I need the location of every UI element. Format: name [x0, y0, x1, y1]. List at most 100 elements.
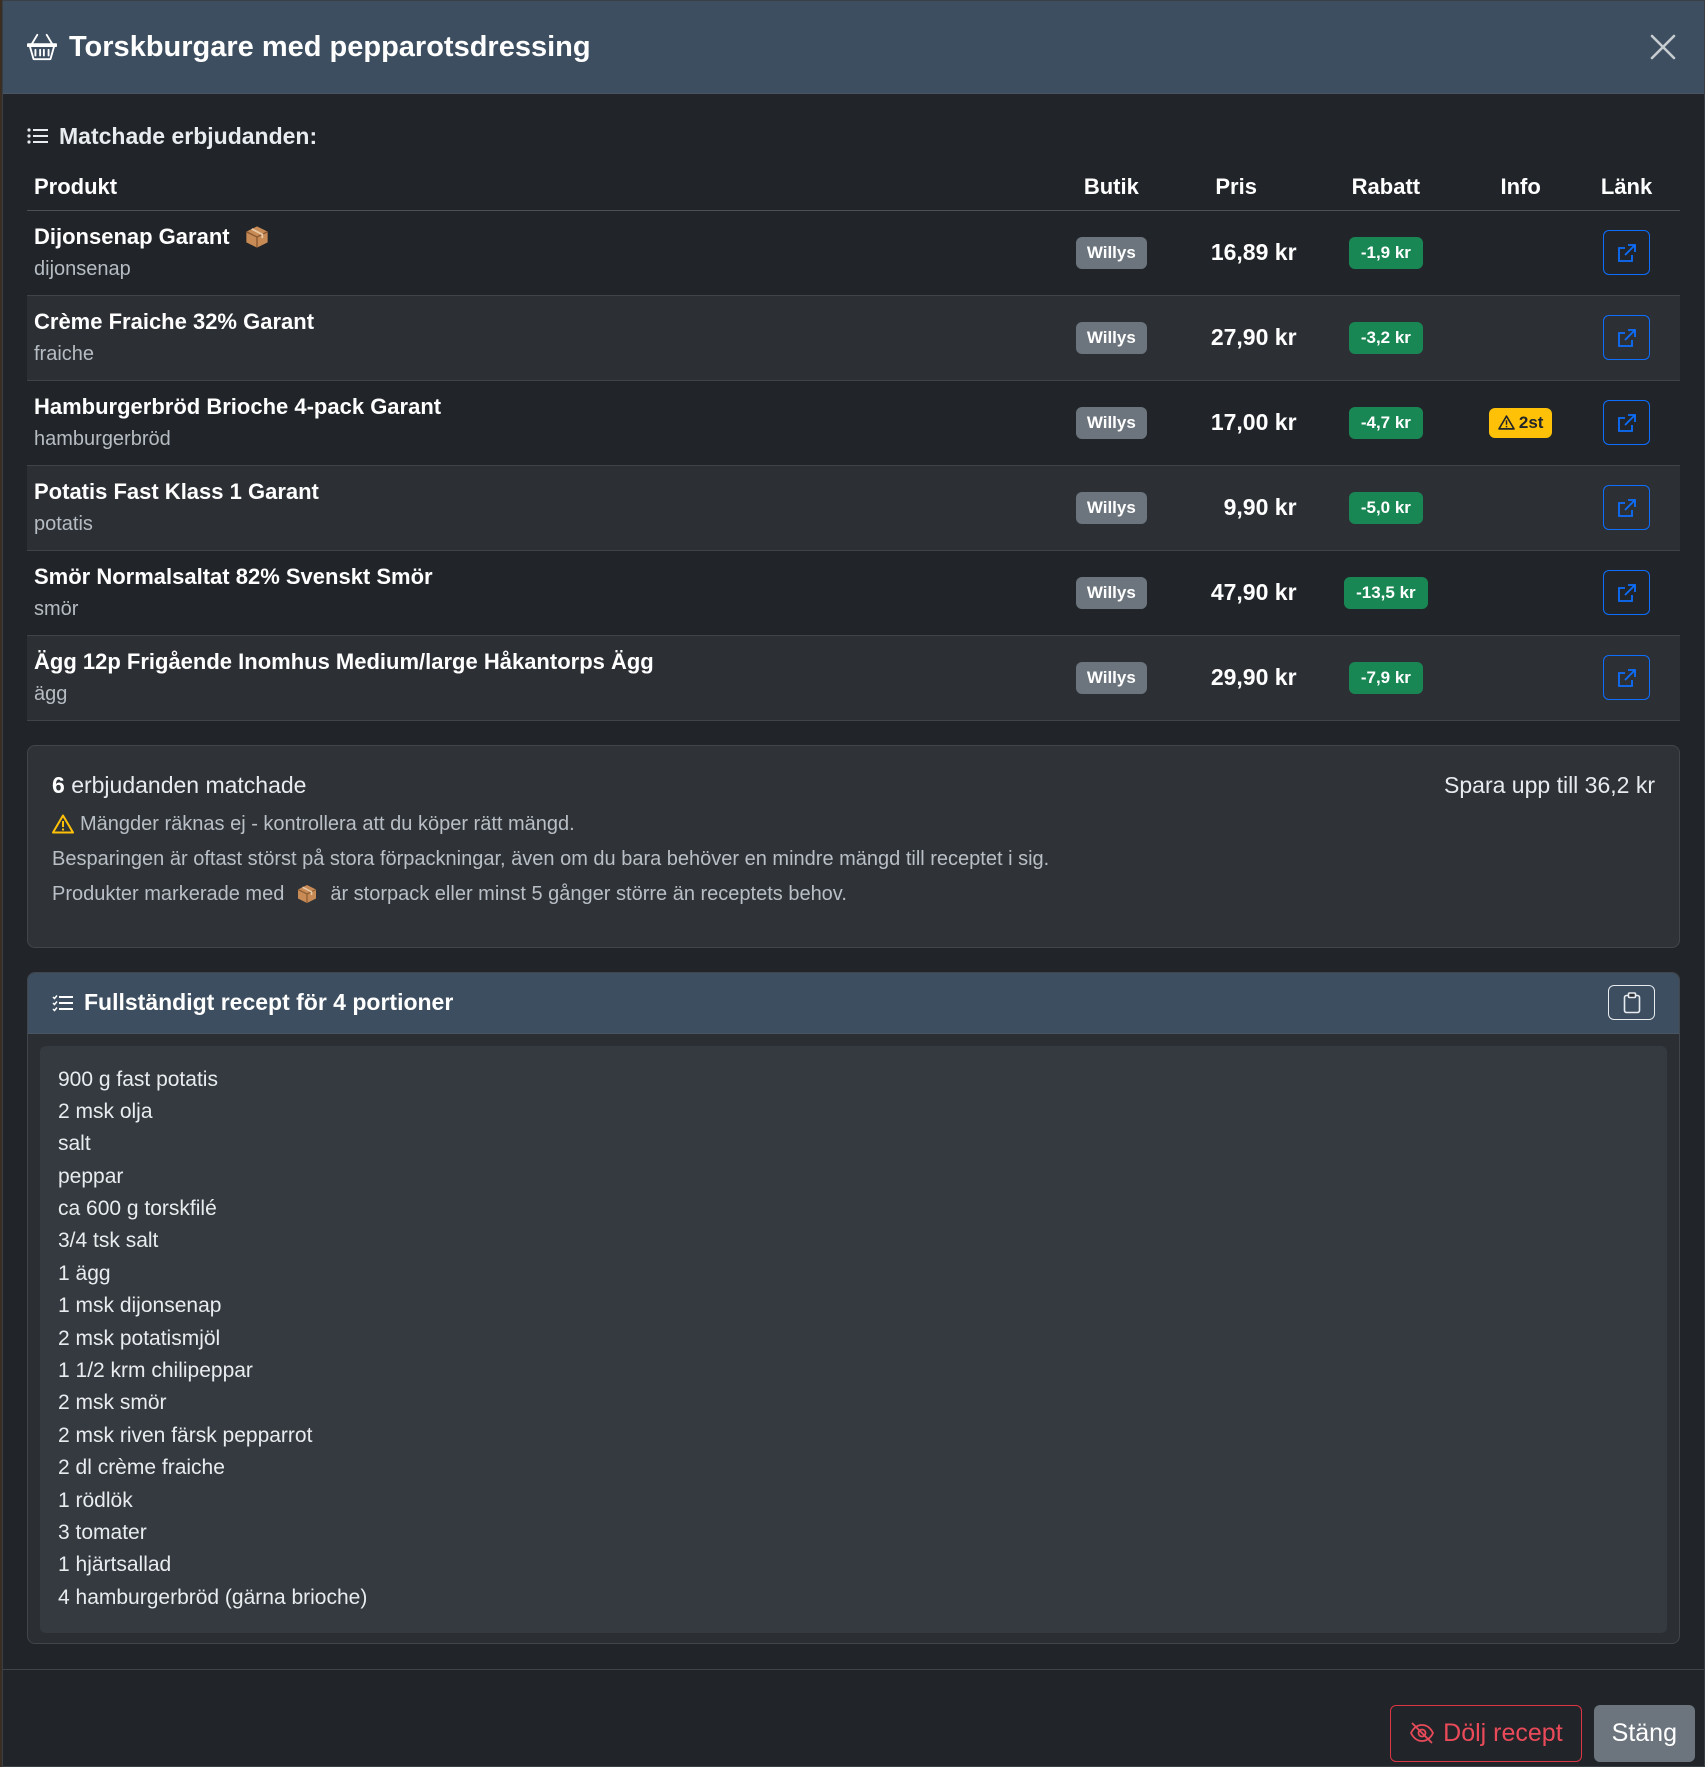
product-ingredient: smör [34, 598, 79, 620]
discount-badge: -7,9 kr [1348, 661, 1423, 694]
modal-title: Torskburgare med pepparotsdressing [27, 31, 591, 64]
warning-text: Mängder räknas ej - kontrollera att du k… [80, 812, 575, 835]
product-cell: Crème Fraiche 32% Garant fraiche [27, 295, 1054, 381]
ingredient-line: peppar [58, 1164, 124, 1188]
ingredient-line: 1 1/2 krm chilipeppar [58, 1359, 253, 1383]
col-discount: Rabatt [1303, 164, 1469, 211]
table-row: Crème Fraiche 32% Garant fraiche Willys 27,… [27, 295, 1680, 381]
ingredient-line: ca 600 g torskfilé [58, 1197, 217, 1221]
price: 29,90 kr [1168, 635, 1304, 721]
copy-recipe-button[interactable] [1608, 985, 1655, 1020]
recipe-title-text: Fullständigt recept för 4 portioner [84, 989, 454, 1015]
note-savings: Besparingen är oftast störst på stora fö… [52, 847, 1050, 870]
basket-icon [27, 33, 57, 61]
discount-badge: -4,7 kr [1348, 406, 1423, 439]
offer-link-button[interactable] [1603, 655, 1651, 700]
discount-badge: -1,9 kr [1348, 236, 1423, 269]
shop-badge: Willys [1075, 321, 1147, 354]
table-row: Smör Normalsaltat 82% Svenskt Smör smör Wi… [27, 550, 1680, 636]
product-name: Crème Fraiche 32% Garant [34, 309, 315, 334]
warning-line: Mängder räknas ej - kontrollera att du k… [52, 813, 1655, 836]
offer-link-button[interactable] [1603, 230, 1651, 275]
external-link-icon [1617, 498, 1636, 517]
table-row: Potatis Fast Klass 1 Garant potatis Willys… [27, 465, 1680, 551]
product-ingredient: fraiche [34, 343, 95, 365]
product-cell: Potatis Fast Klass 1 Garant potatis [27, 465, 1054, 551]
recipe-title: Fullständigt recept för 4 portioner [52, 989, 453, 1016]
close-icon [1650, 34, 1676, 60]
price: 9,90 kr [1168, 465, 1304, 551]
shop-badge: Willys [1075, 661, 1147, 694]
discount-badge: -5,0 kr [1348, 491, 1423, 524]
discount-badge: -3,2 kr [1348, 321, 1423, 354]
product-cell: Ägg 12p Frigående Inomhus Medium/large H… [27, 635, 1054, 721]
offers-heading-text: Matchade erbjudanden: [59, 122, 318, 149]
offer-link-button[interactable] [1603, 315, 1651, 360]
external-link-icon [1617, 413, 1636, 432]
col-product: Produkt [27, 164, 1054, 211]
ingredient-line: 1 msk dijonsenap [58, 1294, 222, 1318]
external-link-icon [1617, 668, 1636, 687]
list-check-icon [52, 994, 73, 1012]
match-count: 6 erbjudanden matchade [52, 771, 307, 798]
offer-link-button[interactable] [1603, 485, 1651, 530]
product-name: Hamburgerbröd Brioche 4-pack Garant [34, 394, 442, 419]
shop-badge: Willys [1075, 491, 1147, 524]
offers-table: Produkt Butik Pris Rabatt Info Länk Dijo… [27, 164, 1680, 721]
table-row: Hamburgerbröd Brioche 4-pack Garant hambu… [27, 380, 1680, 466]
package-icon [298, 885, 317, 903]
info-badge: 2st [1488, 407, 1553, 438]
price: 17,00 kr [1168, 380, 1304, 466]
list-icon [27, 128, 48, 144]
col-info: Info [1468, 164, 1574, 211]
offer-link-button[interactable] [1603, 400, 1651, 445]
recipe-ingredients: 900 g fast potatis 2 msk olja salt peppar ca… [40, 1045, 1667, 1633]
clipboard-icon [1623, 991, 1640, 1013]
product-name: Dijonsenap Garant [34, 224, 230, 249]
ingredient-line: 4 hamburgerbröd (gärna brioche) [58, 1585, 368, 1609]
discount-badge: -13,5 kr [1344, 576, 1428, 609]
ingredient-line: 1 rödlök [58, 1488, 133, 1512]
table-row: Ägg 12p Frigående Inomhus Medium/large H… [27, 635, 1680, 721]
price: 16,89 kr [1168, 210, 1304, 296]
ingredient-line: 1 hjärtsallad [58, 1553, 172, 1577]
external-link-icon [1617, 243, 1636, 262]
recipe-card: Fullständigt recept för 4 portioner 900 … [27, 971, 1680, 1644]
shop-badge: Willys [1075, 406, 1147, 439]
ingredient-line: 2 msk potatismjöl [58, 1326, 221, 1350]
modal-footer: Dölj recept Stäng [3, 1669, 1704, 1767]
hide-recipe-button[interactable]: Dölj recept [1390, 1704, 1582, 1762]
package-icon [245, 226, 268, 248]
ingredient-line: 3 tomater [58, 1520, 147, 1544]
product-ingredient: hamburgerbröd [34, 428, 171, 450]
external-link-icon [1617, 328, 1636, 347]
close-button[interactable] [1646, 30, 1680, 64]
eye-slash-icon [1410, 1722, 1435, 1744]
ingredient-line: 3/4 tsk salt [58, 1229, 159, 1253]
close-footer-button[interactable]: Stäng [1593, 1704, 1695, 1762]
summary-card: 6 erbjudanden matchade Spara upp till 36… [27, 744, 1680, 948]
table-row: Dijonsenap Garant dijonsenap Willys 16,89 k… [27, 210, 1680, 296]
col-link: Länk [1573, 164, 1680, 211]
product-name: Ägg 12p Frigående Inomhus Medium/large H… [34, 649, 654, 674]
product-cell: Hamburgerbröd Brioche 4-pack Garant hambu… [27, 380, 1054, 466]
external-link-icon [1617, 583, 1636, 602]
ingredient-line: 2 msk smör [58, 1391, 167, 1415]
savings-total: Spara upp till 36,2 kr [1444, 771, 1655, 798]
modal-header: Torskburgare med pepparotsdressing [3, 1, 1704, 94]
warning-icon [52, 814, 74, 834]
product-ingredient: dijonsenap [34, 258, 131, 280]
modal-body: Matchade erbjudanden: Produkt Butik Pris… [3, 94, 1704, 1644]
col-price: Pris [1168, 164, 1304, 211]
product-cell: Dijonsenap Garant dijonsenap [27, 210, 1054, 296]
warning-icon [1498, 415, 1515, 430]
product-name: Potatis Fast Klass 1 Garant [34, 479, 319, 504]
offers-heading: Matchade erbjudanden: [27, 116, 1680, 156]
offer-link-button[interactable] [1603, 570, 1651, 615]
note-bulk: Produkter markerade med är storpack elle… [52, 882, 847, 905]
product-name: Smör Normalsaltat 82% Svenskt Smör [34, 564, 433, 589]
price: 27,90 kr [1168, 295, 1304, 381]
ingredient-line: 2 dl crème fraiche [58, 1456, 225, 1480]
product-ingredient: ägg [34, 683, 68, 705]
modal-title-text: Torskburgare med pepparotsdressing [69, 30, 591, 63]
